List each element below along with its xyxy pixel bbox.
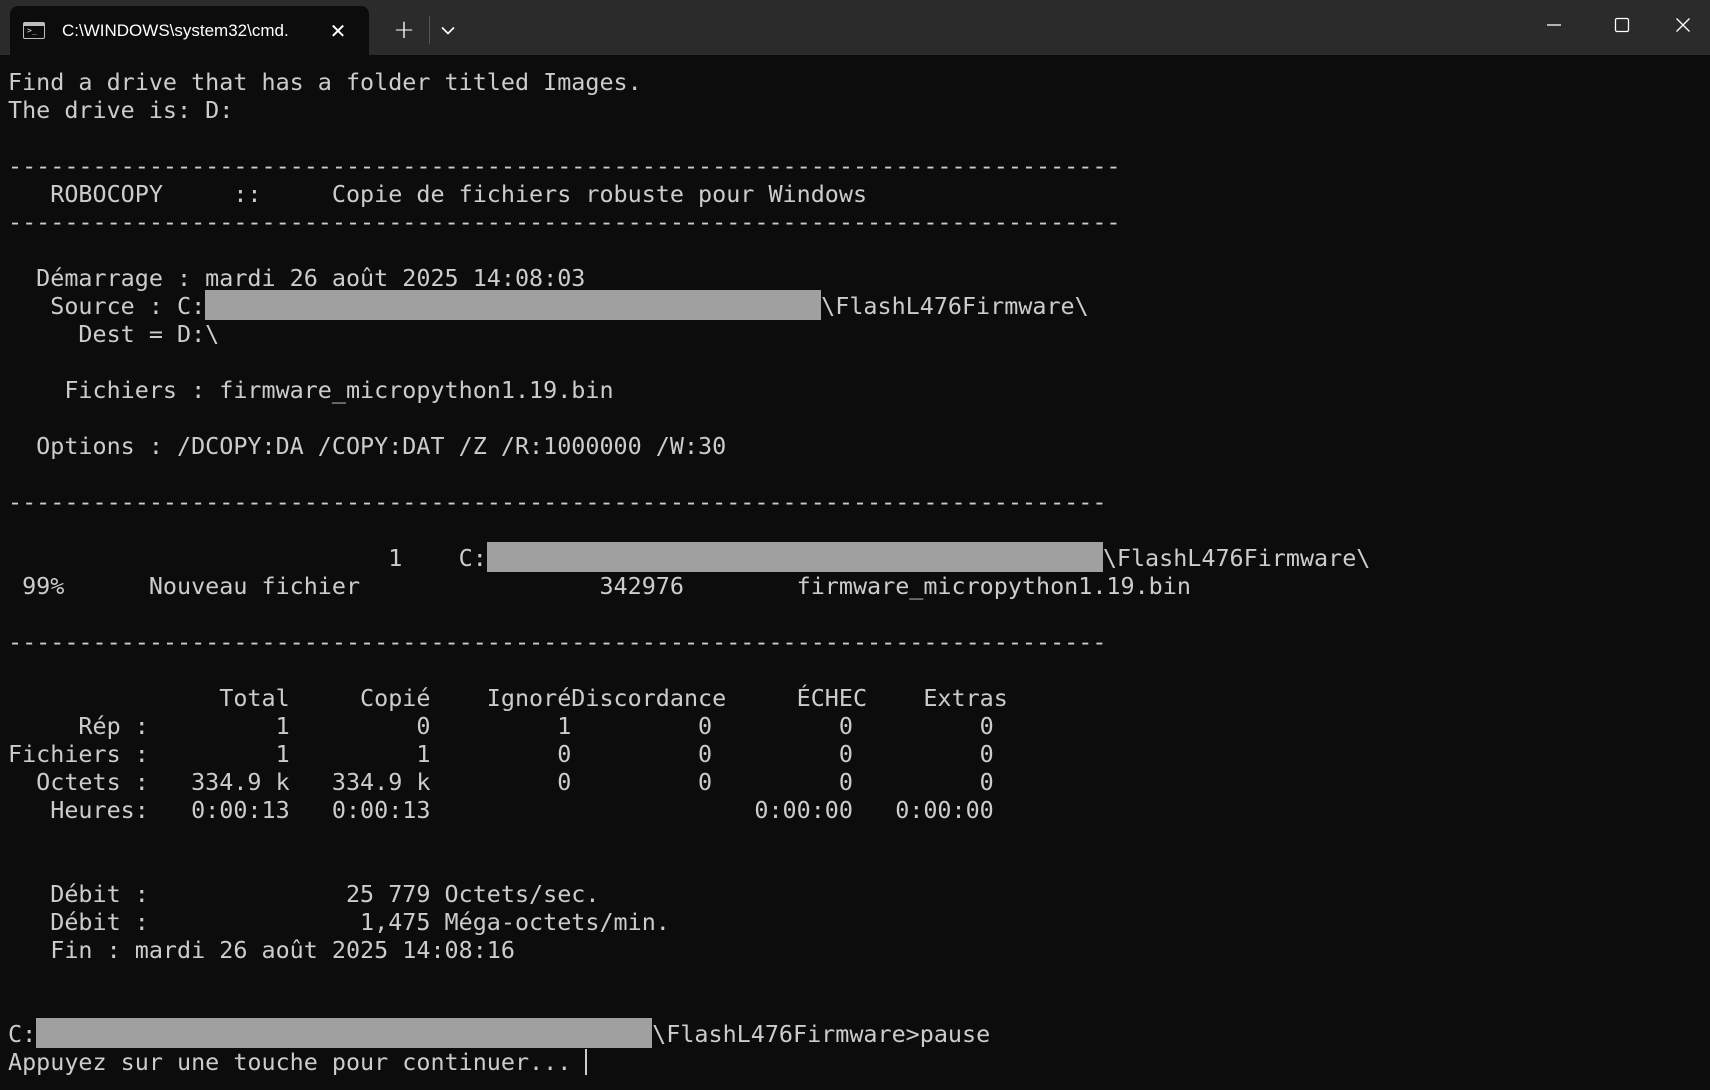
summary-row-times: Heures: 0:00:13 0:00:13 0:00:00 0:00:00 — [8, 796, 994, 824]
summary-header: Total Copié IgnoréDiscordance ÉCHEC Extr… — [8, 684, 1008, 712]
separator-line: ----------------------------------------… — [8, 152, 1121, 180]
title-bar: >_ C:\WINDOWS\system32\cmd. ✕ + — [0, 0, 1710, 55]
redacted-path — [36, 1018, 653, 1048]
tab-separator — [429, 16, 430, 44]
tab-title: C:\WINDOWS\system32\cmd. — [62, 20, 289, 40]
new-tab-button[interactable]: + — [384, 12, 424, 48]
pause-message: Appuyez sur une touche pour continuer... — [8, 1048, 586, 1076]
source-suffix: \FlashL476Firmware\ — [821, 292, 1089, 320]
text-cursor — [585, 1048, 588, 1075]
files-line: Fichiers : firmware_micropython1.19.bin — [8, 376, 614, 404]
prompt-prefix: C: — [8, 1020, 37, 1048]
options-line: Options : /DCOPY:DA /COPY:DAT /Z /R:1000… — [8, 432, 727, 460]
job-dir-line: 1 C: \FlashL476Firmware\ — [8, 542, 1371, 572]
end-time-line: Fin : mardi 26 août 2025 14:08:16 — [8, 936, 515, 964]
chevron-down-icon — [441, 26, 455, 35]
speed-line-mb: Débit : 1,475 Méga-octets/min. — [8, 908, 670, 936]
job-dir-prefix: 1 C: — [8, 544, 487, 572]
command-prompt-icon: >_ — [23, 22, 45, 39]
robocopy-header: ROBOCOPY :: Copie de fichiers robuste po… — [8, 180, 868, 208]
summary-row-dirs: Rép : 1 0 1 0 0 0 — [8, 712, 994, 740]
source-prefix: Source : C: — [8, 292, 206, 320]
job-dir-suffix: \FlashL476Firmware\ — [1102, 544, 1371, 572]
close-window-button[interactable] — [1656, 0, 1710, 50]
separator-line: ----------------------------------------… — [8, 628, 1107, 656]
command-prompt-glyph: >_ — [27, 26, 37, 35]
start-time-line: Démarrage : mardi 26 août 2025 14:08:03 — [8, 264, 586, 292]
progress-line: 99% Nouveau fichier 342976 firmware_micr… — [8, 572, 1191, 600]
output-line: The drive is: D: — [8, 96, 234, 124]
summary-row-bytes: Octets : 334.9 k 334.9 k 0 0 0 0 — [8, 768, 994, 796]
tab-cmd[interactable]: >_ C:\WINDOWS\system32\cmd. ✕ — [10, 6, 369, 55]
separator-line: ----------------------------------------… — [8, 208, 1121, 236]
dest-line: Dest = D:\ — [8, 320, 220, 348]
speed-line-bytes: Débit : 25 779 Octets/sec. — [8, 880, 600, 908]
plus-icon: + — [393, 15, 415, 45]
maximize-button[interactable] — [1588, 0, 1656, 50]
prompt-suffix: \FlashL476Firmware>pause — [652, 1020, 991, 1048]
separator-line: ----------------------------------------… — [8, 488, 1107, 516]
tab-dropdown-button[interactable] — [432, 12, 464, 48]
prompt-line: C: \FlashL476Firmware>pause — [8, 1018, 991, 1048]
summary-row-files: Fichiers : 1 1 0 0 0 0 — [8, 740, 994, 768]
minimize-button[interactable] — [1520, 0, 1588, 50]
redacted-path — [205, 290, 822, 320]
pause-message-line: Appuyez sur une touche pour continuer... — [8, 1048, 588, 1076]
output-line: Find a drive that has a folder titled Im… — [8, 68, 642, 96]
maximize-icon — [1614, 17, 1630, 33]
close-tab-button[interactable]: ✕ — [324, 17, 352, 45]
close-icon: ✕ — [329, 18, 347, 43]
redacted-path — [486, 542, 1103, 572]
minimize-icon — [1547, 24, 1561, 26]
close-window-icon — [1676, 18, 1690, 32]
source-line: Source : C: \FlashL476Firmware\ — [8, 290, 1089, 320]
